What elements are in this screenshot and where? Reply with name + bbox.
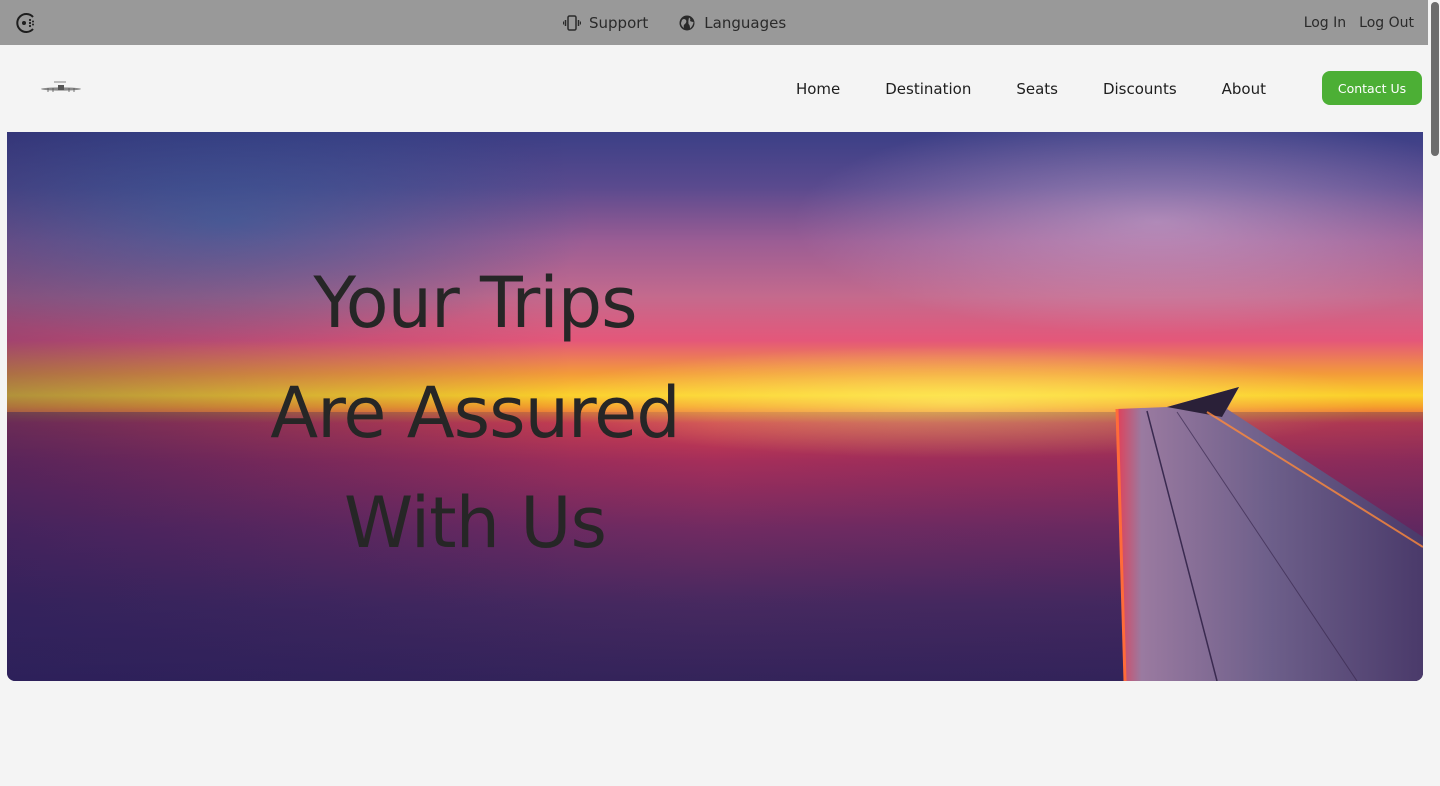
airplane-logo[interactable]: [40, 79, 82, 93]
airplane-wing-image: [1115, 387, 1423, 681]
utility-links: Support Languages: [563, 0, 786, 45]
scrollbar-thumb[interactable]: [1431, 2, 1439, 156]
spinner-dots-icon[interactable]: [15, 12, 37, 34]
languages-link[interactable]: Languages: [678, 14, 786, 32]
nav-item-seats[interactable]: Seats: [1016, 80, 1058, 98]
contact-us-button[interactable]: Contact Us: [1322, 71, 1422, 105]
nav-item-home[interactable]: Home: [796, 80, 840, 98]
nav-item-about[interactable]: About: [1222, 80, 1266, 98]
globe-icon: [678, 14, 696, 32]
languages-label: Languages: [704, 13, 787, 32]
hero-banner: Your Trips Are Assured With Us: [7, 132, 1423, 681]
auth-links: Log In Log Out: [1304, 0, 1414, 45]
nav-item-destination[interactable]: Destination: [885, 80, 971, 98]
main-navbar: Home Destination Seats Discounts About C…: [0, 45, 1428, 132]
logout-link[interactable]: Log Out: [1359, 15, 1414, 31]
hero-title-line: With Us: [344, 482, 607, 564]
vibrating-phone-icon: [563, 14, 581, 32]
nav-item-discounts[interactable]: Discounts: [1103, 80, 1177, 98]
support-link[interactable]: Support: [563, 14, 648, 32]
hero-title: Your Trips Are Assured With Us: [225, 248, 725, 578]
support-label: Support: [589, 13, 649, 32]
login-link[interactable]: Log In: [1304, 15, 1346, 31]
nav-menu: Home Destination Seats Discounts About: [796, 45, 1266, 132]
page: Support Languages Log In Log Out Home De…: [0, 0, 1440, 786]
top-utility-bar: Support Languages Log In Log Out: [0, 0, 1428, 45]
hero-title-line: Are Assured: [270, 372, 680, 454]
hero-title-line: Your Trips: [313, 262, 637, 344]
